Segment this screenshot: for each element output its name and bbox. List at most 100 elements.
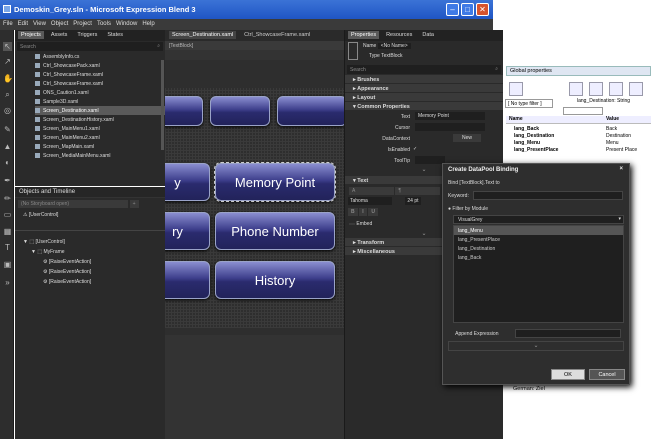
project-search-input[interactable]: Search ⌕ — [17, 42, 163, 51]
history-button[interactable]: History — [215, 261, 335, 299]
toolbar-icon[interactable] — [509, 82, 523, 96]
isenabled-checkbox[interactable]: ✓ — [413, 146, 417, 152]
text-tool-icon[interactable]: T — [3, 243, 12, 252]
menu-help[interactable]: Help — [142, 21, 154, 27]
underline-button[interactable]: U — [368, 208, 378, 216]
toolbar-icon[interactable] — [629, 82, 643, 96]
tab-data[interactable]: Data — [419, 31, 437, 39]
toolbar-icon[interactable] — [609, 82, 623, 96]
embed-checkbox[interactable] — [349, 223, 355, 225]
tab-resources[interactable]: Resources — [383, 31, 415, 39]
menu-tools[interactable]: Tools — [97, 21, 111, 27]
cancel-button[interactable]: Cancel — [589, 369, 625, 380]
properties-search-input[interactable]: Search ⌕ — [347, 65, 501, 74]
toolbar-icon[interactable] — [589, 82, 603, 96]
tree-item[interactable]: ⚙ [RaiseEventAction] — [15, 277, 165, 287]
tree-item[interactable]: ▼ ⬚ MyFrame — [15, 247, 165, 257]
tree-item[interactable]: ⚙ [RaiseEventAction] — [15, 257, 165, 267]
font-family-select[interactable]: Tahoma — [348, 197, 392, 205]
pencil-tool-icon[interactable]: ✏ — [3, 194, 12, 203]
type-filter-select[interactable]: [ No type filter ] — [505, 99, 553, 108]
tab-assets[interactable]: Assets — [48, 31, 71, 39]
menu-window[interactable]: Window — [116, 21, 137, 27]
tab-projects[interactable]: Projects — [18, 31, 44, 39]
memory-point-button[interactable]: Memory Point — [214, 162, 336, 202]
italic-button[interactable]: I — [359, 208, 367, 216]
list-item[interactable]: Screen_MapMain.xaml — [35, 142, 165, 151]
expand-chevron-icon[interactable]: ⌄ — [448, 341, 624, 351]
list-item[interactable]: Screen_MainMenu1.xaml — [35, 124, 165, 133]
module-select[interactable]: VisualGrey ▾ — [453, 215, 624, 224]
paragraph-tab-icon[interactable]: ¶ — [395, 187, 441, 195]
ok-button[interactable]: OK — [551, 369, 585, 380]
filter-radio[interactable]: ● — [448, 206, 451, 212]
section-layout[interactable]: ▸ Layout — [345, 93, 503, 102]
tab-properties[interactable]: Properties — [348, 31, 380, 39]
nav-button[interactable] — [210, 96, 270, 126]
pan-tool-icon[interactable]: ✋ — [3, 74, 13, 83]
eyedropper-icon[interactable]: ✎ — [3, 125, 12, 134]
keyword-input[interactable] — [473, 191, 623, 200]
zoom-tool-icon[interactable]: ⌕ — [3, 90, 12, 99]
list-item[interactable]: Screen_DestinationHistory.xaml — [35, 115, 165, 124]
menu-view[interactable]: View — [33, 21, 46, 27]
menu-object[interactable]: Object — [51, 21, 68, 27]
list-item[interactable]: ONS_Caution1.xaml — [35, 88, 165, 97]
selection-tool-icon[interactable]: ↖ — [3, 42, 12, 51]
list-item[interactable]: Screen_MediaMainMenu.xaml — [35, 151, 165, 160]
scope-root[interactable]: ⚠ [UserControl] — [15, 210, 165, 224]
menu-file[interactable]: File — [3, 21, 13, 27]
list-item[interactable]: Ctrl_ShowcaseFrame.xaml — [35, 70, 165, 79]
direct-select-tool-icon[interactable]: ↗ — [3, 57, 12, 66]
tab-triggers[interactable]: Triggers — [74, 31, 100, 39]
table-row[interactable]: lang_Menu Menu — [506, 140, 651, 147]
rectangle-tool-icon[interactable]: ▭ — [3, 210, 12, 219]
list-item[interactable]: lang_PresentPlace — [454, 235, 623, 244]
font-tab-icon[interactable]: A — [349, 187, 394, 195]
maximize-button[interactable]: □ — [461, 3, 474, 16]
menu-project[interactable]: Project — [73, 21, 92, 27]
list-item[interactable]: lang_Back — [454, 253, 623, 262]
section-common[interactable]: ▾ Common Properties — [345, 102, 503, 111]
list-item[interactable]: AssemblyInfo.cs — [35, 52, 165, 61]
close-button[interactable]: ✕ — [476, 3, 489, 16]
minimize-button[interactable]: – — [446, 3, 459, 16]
menu-edit[interactable]: Edit — [18, 21, 28, 27]
nav-button[interactable]: ry — [165, 212, 210, 250]
dialog-close-icon[interactable]: × — [619, 166, 623, 172]
paint-bucket-icon[interactable]: ▲ — [3, 142, 12, 151]
table-row[interactable]: lang_PresentPlace Present Place — [506, 147, 651, 154]
list-item-selected[interactable]: Screen_Destination.xaml — [35, 106, 165, 115]
camera-orbit-icon[interactable]: ◎ — [3, 106, 12, 115]
section-appearance[interactable]: ▸ Appearance — [345, 84, 503, 93]
datacontext-new-button[interactable]: New — [453, 134, 481, 142]
list-item[interactable]: lang_Destination — [454, 244, 623, 253]
bold-button[interactable]: B — [348, 208, 358, 216]
add-storyboard-button[interactable]: + — [129, 200, 139, 208]
search-input[interactable] — [563, 107, 603, 115]
tree-item[interactable]: ▼ ⬚ [UserControl] — [15, 237, 165, 247]
nav-button[interactable] — [165, 96, 203, 126]
table-row[interactable]: lang_Back Back — [506, 126, 651, 133]
list-item[interactable]: Ctrl_ShowcasePack.xaml — [35, 61, 165, 70]
pen-tool-icon[interactable]: ✒ — [3, 176, 12, 185]
controls-tool-icon[interactable]: ▣ — [3, 260, 12, 269]
phone-number-button[interactable]: Phone Number — [215, 212, 335, 250]
cursor-select[interactable] — [415, 123, 485, 131]
nav-button[interactable]: y — [165, 163, 210, 201]
list-item[interactable]: Screen_MainMenu2.xaml — [35, 133, 165, 142]
artboard[interactable]: y Memory Point ry Phone Number History — [165, 60, 344, 335]
tooltip-field[interactable] — [415, 156, 445, 164]
text-field[interactable]: Memory Point — [415, 112, 485, 120]
toolbar-icon[interactable] — [569, 82, 583, 96]
list-item[interactable]: Ctrl_ShowcaseFrame.xaml — [35, 79, 165, 88]
brush-transform-icon[interactable]: ◐ — [3, 158, 12, 167]
list-item-selected[interactable]: lang_Menu — [454, 226, 623, 235]
tab-states[interactable]: States — [104, 31, 126, 39]
tab-screen-destination[interactable]: Screen_Destination.xaml — [169, 31, 237, 39]
nav-button[interactable] — [165, 261, 210, 299]
section-brushes[interactable]: ▸ Brushes — [345, 75, 503, 84]
append-expression-input[interactable] — [515, 329, 621, 338]
nav-button[interactable] — [277, 96, 344, 126]
tab-showcase-frame[interactable]: Ctrl_ShowcaseFrame.xaml — [244, 32, 310, 38]
